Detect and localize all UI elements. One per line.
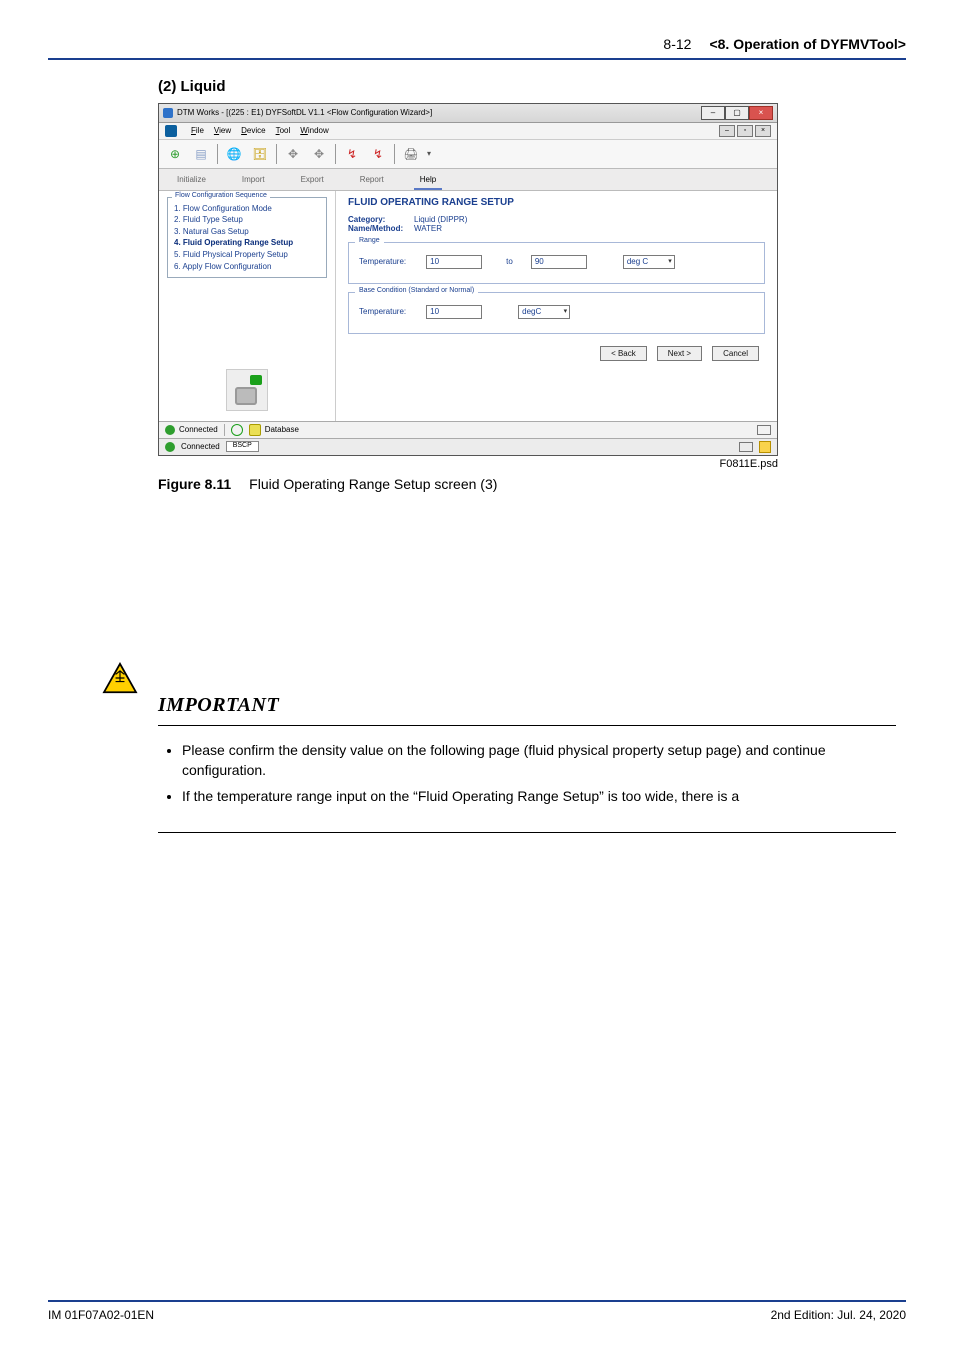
range-unit-select[interactable]: deg C bbox=[623, 255, 675, 269]
wizard-illustration bbox=[226, 369, 268, 411]
mdi-close-button[interactable]: × bbox=[755, 125, 771, 137]
mdi-restore-button[interactable]: ▫ bbox=[737, 125, 753, 137]
toolbar: ⊕ ▤ 🌐 🗄 ✥ ✥ ↯ ↯ 🖨 ▾ bbox=[159, 140, 777, 169]
tab-report[interactable]: Report bbox=[354, 172, 390, 190]
keyboard-icon bbox=[757, 425, 771, 435]
tab-import[interactable]: Import bbox=[236, 172, 271, 190]
header-rule bbox=[48, 58, 906, 60]
window-maximize-button[interactable]: ▢ bbox=[725, 106, 749, 120]
footer-docno: IM 01F07A02-01EN bbox=[48, 1308, 154, 1322]
range-temp-from-input[interactable]: 10 bbox=[426, 255, 482, 269]
plug-icon[interactable]: ⊕ bbox=[165, 144, 185, 164]
toolbar-separator bbox=[335, 144, 336, 164]
important-title: IMPORTANT bbox=[158, 694, 896, 717]
seq-step-1[interactable]: 1. Flow Configuration Mode bbox=[174, 204, 320, 214]
toolbar-separator bbox=[276, 144, 277, 164]
globe-icon[interactable]: 🌐 bbox=[224, 144, 244, 164]
important-triangle-icon bbox=[102, 662, 138, 694]
tool-icon-1[interactable]: ✥ bbox=[283, 144, 303, 164]
important-top-rule bbox=[158, 725, 896, 726]
menu-device[interactable]: Device bbox=[241, 126, 265, 136]
back-button[interactable]: < Back bbox=[600, 346, 647, 362]
section-heading: (2) Liquid bbox=[158, 78, 896, 95]
important-bottom-rule bbox=[158, 832, 896, 833]
footer-date: 2nd Edition: Jul. 24, 2020 bbox=[771, 1308, 906, 1322]
range-fieldset: Range Temperature: 10 to 90 deg C bbox=[348, 242, 765, 284]
app-icon bbox=[163, 108, 173, 118]
base-unit-select[interactable]: degC bbox=[518, 305, 570, 319]
tab-export[interactable]: Export bbox=[295, 172, 330, 190]
important-bullet-2: If the temperature range input on the “F… bbox=[182, 786, 896, 806]
status-connected-2: Connected bbox=[181, 442, 220, 452]
figure-file: F0811E.psd bbox=[158, 458, 778, 470]
basecond-fieldset: Base Condition (Standard or Normal) Temp… bbox=[348, 292, 765, 334]
basecond-legend: Base Condition (Standard or Normal) bbox=[355, 287, 478, 295]
page-number: 8-12 bbox=[663, 36, 691, 52]
figure-label: Figure 8.11 bbox=[158, 476, 231, 492]
tool-icon-2[interactable]: ✥ bbox=[309, 144, 329, 164]
sequence-legend: Flow Configuration Sequence bbox=[172, 192, 270, 200]
base-temp-label: Temperature: bbox=[359, 307, 406, 317]
window-close-button[interactable]: × bbox=[749, 106, 773, 120]
protocol-badge: BSCP bbox=[226, 441, 259, 451]
plug-connected-icon bbox=[165, 425, 175, 435]
category-value: Liquid (DIPPR) bbox=[414, 215, 467, 225]
toolbar-separator bbox=[217, 144, 218, 164]
menu-tool[interactable]: Tool bbox=[276, 126, 291, 136]
seq-step-2[interactable]: 2. Fluid Type Setup bbox=[174, 215, 320, 225]
base-temp-input[interactable]: 10 bbox=[426, 305, 482, 319]
tab-initialize[interactable]: Initialize bbox=[171, 172, 212, 190]
tab-help[interactable]: Help bbox=[414, 172, 442, 190]
keyboard-icon-2 bbox=[739, 442, 753, 452]
important-bullet-1: Please confirm the density value on the … bbox=[182, 740, 896, 781]
window-title: DTM Works - [(225 : E1) DYFSoftDL V1.1 <… bbox=[177, 108, 432, 118]
seq-step-4[interactable]: 4. Fluid Operating Range Setup bbox=[174, 238, 320, 248]
figure-caption: Fluid Operating Range Setup screen (3) bbox=[249, 476, 497, 492]
database-icon bbox=[249, 424, 261, 436]
category-label: Category: bbox=[348, 215, 406, 225]
name-method-label: Name/Method: bbox=[348, 224, 406, 234]
plug-connected-icon-2 bbox=[165, 442, 175, 452]
menu-view[interactable]: View bbox=[214, 126, 231, 136]
app-window: DTM Works - [(225 : E1) DYFSoftDL V1.1 <… bbox=[158, 103, 778, 456]
status-connected: Connected bbox=[179, 425, 218, 435]
toolbar-dropdown-arrow[interactable]: ▾ bbox=[427, 149, 431, 159]
db-icon[interactable]: 🗄 bbox=[250, 144, 270, 164]
range-to-word: to bbox=[506, 257, 513, 267]
cancel-button[interactable]: Cancel bbox=[712, 346, 759, 362]
status-database: Database bbox=[265, 425, 299, 435]
seq-step-6[interactable]: 6. Apply Flow Configuration bbox=[174, 262, 320, 272]
alert-icon bbox=[759, 441, 771, 453]
scope-icon[interactable]: ↯ bbox=[368, 144, 388, 164]
seq-step-3[interactable]: 3. Natural Gas Setup bbox=[174, 227, 320, 237]
name-method-value: WATER bbox=[414, 224, 442, 234]
doc-icon[interactable]: ▤ bbox=[191, 144, 211, 164]
sequence-box: Flow Configuration Sequence 1. Flow Conf… bbox=[167, 197, 327, 279]
range-legend: Range bbox=[355, 237, 384, 245]
menu-file[interactable]: File bbox=[191, 126, 204, 136]
mdi-minimize-button[interactable]: – bbox=[719, 125, 735, 137]
window-minimize-button[interactable]: – bbox=[701, 106, 725, 120]
sync-icon bbox=[231, 424, 243, 436]
chapter-title: <8. Operation of DYFMVTool> bbox=[709, 36, 906, 52]
print-icon[interactable]: 🖨 bbox=[401, 144, 421, 164]
next-button[interactable]: Next > bbox=[657, 346, 702, 362]
range-temp-to-input[interactable]: 90 bbox=[531, 255, 587, 269]
seq-step-5[interactable]: 5. Fluid Physical Property Setup bbox=[174, 250, 320, 260]
menu-window[interactable]: Window bbox=[300, 126, 328, 136]
brand-icon bbox=[165, 125, 177, 137]
status-divider bbox=[224, 424, 225, 436]
status-bar: Connected Database bbox=[159, 421, 777, 438]
toolbar-separator bbox=[394, 144, 395, 164]
range-temp-label: Temperature: bbox=[359, 257, 406, 267]
pointer-icon[interactable]: ↯ bbox=[342, 144, 362, 164]
panel-title: FLUID OPERATING RANGE SETUP bbox=[348, 197, 765, 209]
